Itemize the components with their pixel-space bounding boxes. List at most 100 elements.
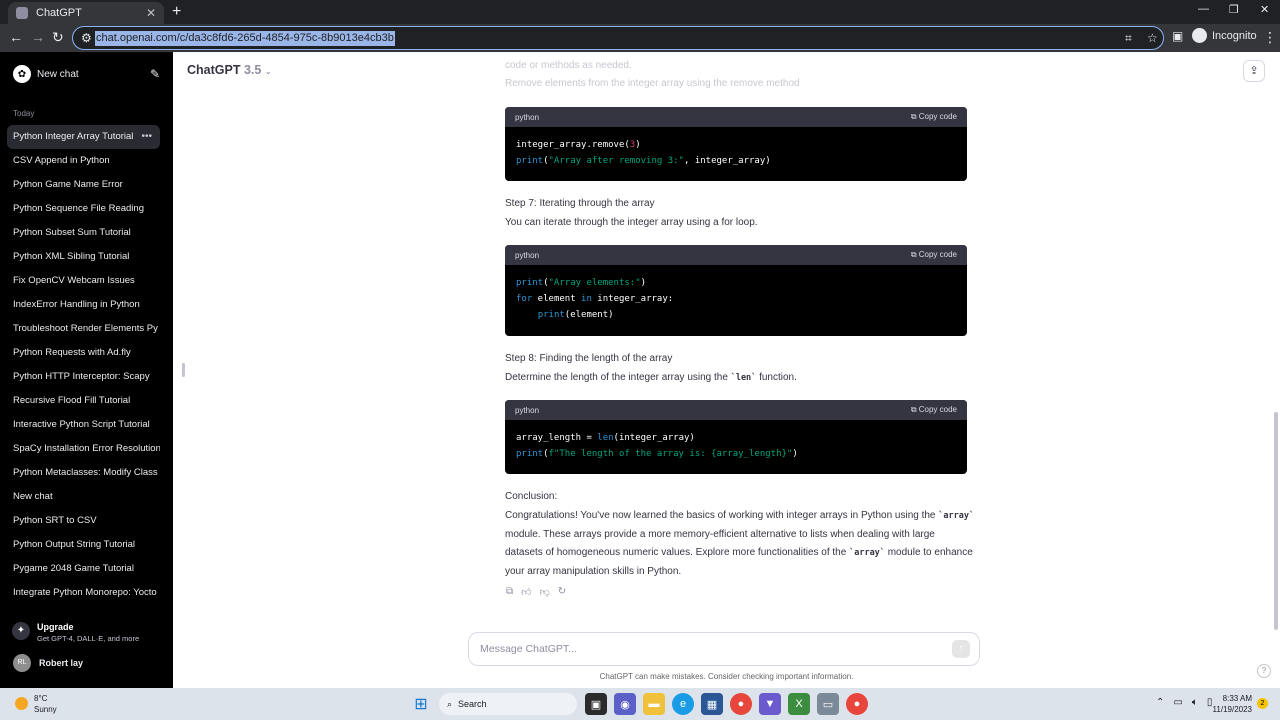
browser-tab[interactable]: ChatGPT ✕	[8, 2, 164, 24]
model-name: ChatGPT	[187, 63, 241, 77]
code-block: python ⧉ Copy code print("Array elements…	[505, 245, 967, 336]
scrollbar[interactable]	[1274, 412, 1278, 630]
close-tab-icon[interactable]: ✕	[146, 6, 156, 20]
model-selector[interactable]: ChatGPT 3.5 ⌄	[187, 63, 272, 77]
chat-item[interactable]: Interactive Python Script Tutorial	[7, 413, 160, 437]
more-options-icon[interactable]: •••	[141, 125, 152, 149]
minimize-icon[interactable]: —	[1198, 3, 1209, 15]
chat-history-list: Python Integer Array Tutorial ••• CSV App…	[7, 125, 160, 605]
qr-code-icon[interactable]: ⌗	[1125, 31, 1132, 46]
chat-item[interactable]: CSV Append in Python	[7, 149, 160, 173]
chevron-down-icon: ⌄	[264, 67, 272, 76]
excel-icon[interactable]: X	[788, 693, 810, 715]
code-header: python ⧉ Copy code	[505, 107, 967, 127]
chat-item[interactable]: Python Sequence File Reading	[7, 197, 160, 221]
avatar: RL	[13, 654, 31, 672]
openai-logo-icon: ✿	[13, 65, 31, 83]
sidebar-toggle-handle[interactable]	[182, 363, 185, 377]
clock-time: 8:33 AM	[1222, 694, 1252, 703]
chat-item[interactable]: Python HTTP Interceptor: Scapy	[7, 365, 160, 389]
thumbs-down-icon[interactable]: 👎︎	[540, 586, 550, 598]
chat-main: ChatGPT 3.5 ⌄ ⇪ code or methods as neede…	[173, 52, 1280, 688]
chat-item[interactable]: Python SRT to CSV	[7, 509, 160, 533]
browser-menu-icon[interactable]: ⋮	[1263, 29, 1277, 46]
remote-desktop-icon[interactable]: ▭	[817, 693, 839, 715]
copy-icon[interactable]: ⧉	[506, 586, 513, 598]
file-explorer-icon[interactable]: ▬	[643, 693, 665, 715]
faded-text-line: Remove elements from the integer array u…	[505, 78, 800, 89]
notification-icon[interactable]: 2	[1257, 698, 1268, 709]
faded-text-line: code or methods as needed.	[505, 60, 632, 71]
chat-item[interactable]: New chat	[7, 485, 160, 509]
chat-item[interactable]: Pygame 2048 Game Tutorial	[7, 557, 160, 581]
chat-item[interactable]: Python XML Sibling Tutorial	[7, 245, 160, 269]
chat-item[interactable]: Python Integer Array Tutorial •••	[7, 125, 160, 149]
chatgpt-favicon-icon	[16, 7, 28, 19]
model-version: 3.5	[243, 63, 262, 77]
chat-item[interactable]: Integrate Python Monorepo: Yocto	[7, 581, 160, 605]
upgrade-button[interactable]: ✦ Upgrade Get GPT-4, DALL·E, and more	[12, 620, 162, 648]
code-content: print("Array elements:") for element in …	[516, 278, 674, 320]
send-icon[interactable]: ↑	[952, 640, 970, 658]
volume-icon[interactable]: 🔈︎	[1192, 697, 1198, 708]
chat-item[interactable]: IndexError Handling in Python	[7, 293, 160, 317]
copy-code-button[interactable]: ⧉ Copy code	[911, 112, 957, 122]
chat-item[interactable]: Python Subset Sum Tutorial	[7, 221, 160, 245]
message-input[interactable]: Message ChatGPT... ↑	[468, 632, 980, 666]
code-language: python	[515, 405, 540, 415]
search-label: Search	[458, 699, 487, 709]
side-panel-icon[interactable]: ▣	[1172, 29, 1183, 43]
close-window-icon[interactable]: ✕	[1260, 3, 1269, 16]
chat-item[interactable]: Python Metaclasses: Modify Class	[7, 461, 160, 485]
sidebar: ✿ New chat ✎ Today Python Integer Array …	[0, 52, 173, 688]
network-icon[interactable]: ▭	[1173, 697, 1182, 708]
code-language: python	[515, 250, 540, 260]
new-tab-icon[interactable]: +	[172, 3, 181, 21]
help-icon[interactable]: ?	[1257, 664, 1271, 678]
share-icon[interactable]: ⇪	[1243, 60, 1265, 82]
chrome-icon[interactable]: ●	[730, 693, 752, 715]
code-header: python ⧉ Copy code	[505, 400, 967, 420]
chat-item[interactable]: Python Requests with Ad.fly	[7, 341, 160, 365]
step-title: Step 7: Iterating through the array	[505, 198, 655, 209]
chevron-up-icon[interactable]: ⌃	[1156, 697, 1164, 708]
url-text[interactable]: chat.openai.com/c/da3c8fd6-265d-4854-975…	[95, 31, 395, 46]
address-bar[interactable]: ⚙ chat.openai.com/c/da3c8fd6-265d-4854-9…	[72, 26, 1164, 50]
chat-item[interactable]: SpaCy Installation Error Resolution	[7, 437, 160, 461]
reload-icon[interactable]: ↻	[52, 29, 64, 46]
clock-date: 11/19/2023	[1212, 705, 1252, 714]
edge-icon[interactable]: e	[672, 693, 694, 715]
forward-icon[interactable]: →	[31, 29, 45, 45]
vpn-icon[interactable]: ▼	[759, 693, 781, 715]
bookmark-star-icon[interactable]: ☆	[1147, 31, 1158, 45]
thumbs-up-icon[interactable]: 👍︎	[521, 586, 531, 598]
site-info-icon[interactable]: ⚙	[81, 31, 92, 45]
chat-item[interactable]: Troubleshoot Render Elements Py	[7, 317, 160, 341]
chat-item[interactable]: Recursive Flood Fill Tutorial	[7, 389, 160, 413]
incognito-profile[interactable]: Incognito	[1192, 28, 1257, 43]
section-today: Today	[13, 109, 35, 118]
upgrade-title: Upgrade	[37, 622, 74, 632]
message-actions: ⧉ 👍︎ 👎︎ ↻	[506, 586, 566, 598]
user-profile[interactable]: RL Robert lay	[13, 653, 163, 673]
task-view-icon[interactable]: ▣	[585, 693, 607, 715]
windows-start-icon[interactable]: ⊞	[410, 693, 432, 715]
chat-item[interactable]: Fix OpenCV Webcam Issues	[7, 269, 160, 293]
weather-condition: Sunny	[34, 705, 57, 714]
store-icon[interactable]: ▦	[701, 693, 723, 715]
copy-code-button[interactable]: ⧉ Copy code	[911, 250, 957, 260]
chat-item[interactable]: Python Output String Tutorial	[7, 533, 160, 557]
copy-code-button[interactable]: ⧉ Copy code	[911, 405, 957, 415]
back-icon[interactable]: ←	[9, 29, 23, 45]
clock[interactable]: 8:33 AM 11/19/2023	[1212, 693, 1252, 715]
code-block: python ⧉ Copy code integer_array.remove(…	[505, 107, 967, 181]
message-placeholder: Message ChatGPT...	[480, 643, 577, 655]
maximize-icon[interactable]: ❐	[1229, 3, 1239, 16]
teams-icon[interactable]: ◉	[614, 693, 636, 715]
chat-item[interactable]: Python Game Name Error	[7, 173, 160, 197]
regenerate-icon[interactable]: ↻	[558, 586, 566, 598]
chrome-incognito-icon[interactable]: ●	[846, 693, 868, 715]
taskbar-search[interactable]: ⌕ Search	[439, 693, 577, 715]
edit-icon[interactable]: ✎	[150, 67, 160, 81]
new-chat-button[interactable]: ✿ New chat ✎	[8, 62, 160, 86]
